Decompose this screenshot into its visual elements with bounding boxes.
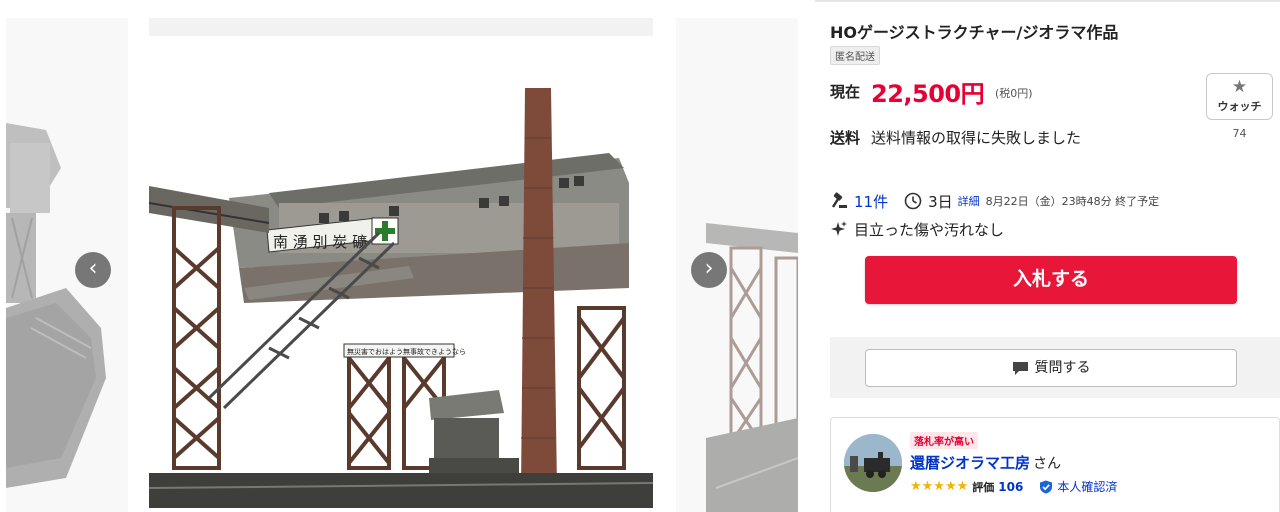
- main-photo[interactable]: 南 湧 別 炭 礦 無災害でおはよう無事故できようなら: [149, 18, 653, 508]
- shipping-text: 送料情報の取得に失敗しました: [871, 129, 1082, 147]
- clock-icon: [904, 192, 922, 210]
- identity-verified-label: 本人確認済: [1057, 480, 1118, 494]
- gavel-icon: [831, 192, 847, 208]
- seller-avatar[interactable]: [844, 434, 902, 492]
- seller-rating-row: ★★★★★ 評価 106 本人確認済: [910, 478, 1117, 495]
- seller-avatar-image: [844, 434, 902, 492]
- time-detail-link[interactable]: 詳細: [958, 193, 980, 209]
- end-date: 8月22日（金）23時48分 終了予定: [985, 195, 1160, 208]
- photo-sign-text: 南 湧 別 炭 礦: [273, 233, 367, 251]
- star-icon: ★: [1231, 77, 1248, 97]
- rating-stars: ★★★★★: [910, 479, 969, 494]
- rating-count-link[interactable]: 106: [998, 480, 1023, 494]
- watch-button[interactable]: ★ ウォッチ: [1206, 73, 1273, 120]
- chevron-right-icon: ›: [704, 256, 714, 281]
- photo-banner-text: 無災害でおはよう無事故できようなら: [347, 347, 466, 356]
- seller-honorific: さん: [1033, 456, 1061, 472]
- anonymous-shipping-badge: 匿名配送: [830, 46, 880, 65]
- question-section: 質問する: [830, 337, 1280, 398]
- sparkle-icon: [831, 221, 847, 236]
- bid-button[interactable]: 入札する: [865, 256, 1237, 304]
- question-button[interactable]: 質問する: [865, 349, 1237, 387]
- time-left: 3日: [928, 192, 953, 211]
- current-price: 22,500円: [871, 80, 985, 108]
- gallery-prev-button[interactable]: ‹: [75, 252, 111, 288]
- seller-name-link[interactable]: 還暦ジオラマ工房: [910, 452, 1030, 473]
- chat-bubble-icon: [1012, 361, 1028, 375]
- seller-card: 落札率が高い 還暦ジオラマ工房 さん ★★★★★ 評価 106 本人確認済: [830, 417, 1280, 512]
- tax-note: (税0円): [995, 87, 1033, 100]
- gallery-next-button[interactable]: ›: [691, 252, 727, 288]
- watch-label: ウォッチ: [1217, 100, 1262, 113]
- bid-count-link[interactable]: 11件: [854, 191, 888, 212]
- question-button-label: 質問する: [1034, 360, 1091, 376]
- item-info-panel: HOゲージストラクチャー/ジオラマ作品 匿名配送 現在 22,500円 (税0円…: [830, 0, 1280, 512]
- shield-check-icon: [1040, 480, 1053, 493]
- price-label: 現在: [830, 83, 861, 101]
- coal-loader-model-photo: 南 湧 別 炭 礦 無災害でおはよう無事故できようなら: [149, 36, 653, 508]
- watch-count: 74: [1232, 127, 1247, 140]
- image-gallery: 南 湧 別 炭 礦 無災害でおはよう無事故できようなら ‹ ›: [0, 0, 815, 512]
- item-title: HOゲージストラクチャー/ジオラマ作品: [830, 23, 1119, 42]
- condition-row: 目立った傷や汚れなし: [830, 219, 1004, 239]
- high-win-rate-badge: 落札率が高い: [910, 432, 978, 449]
- rating-label: 評価: [972, 480, 995, 494]
- shipping-label: 送料: [830, 129, 861, 147]
- chevron-left-icon: ‹: [88, 256, 98, 281]
- auction-status-row: 11件 3日 詳細 8月22日（金）23時48分 終了予定: [830, 191, 1159, 211]
- condition-text: 目立った傷や汚れなし: [854, 220, 1005, 239]
